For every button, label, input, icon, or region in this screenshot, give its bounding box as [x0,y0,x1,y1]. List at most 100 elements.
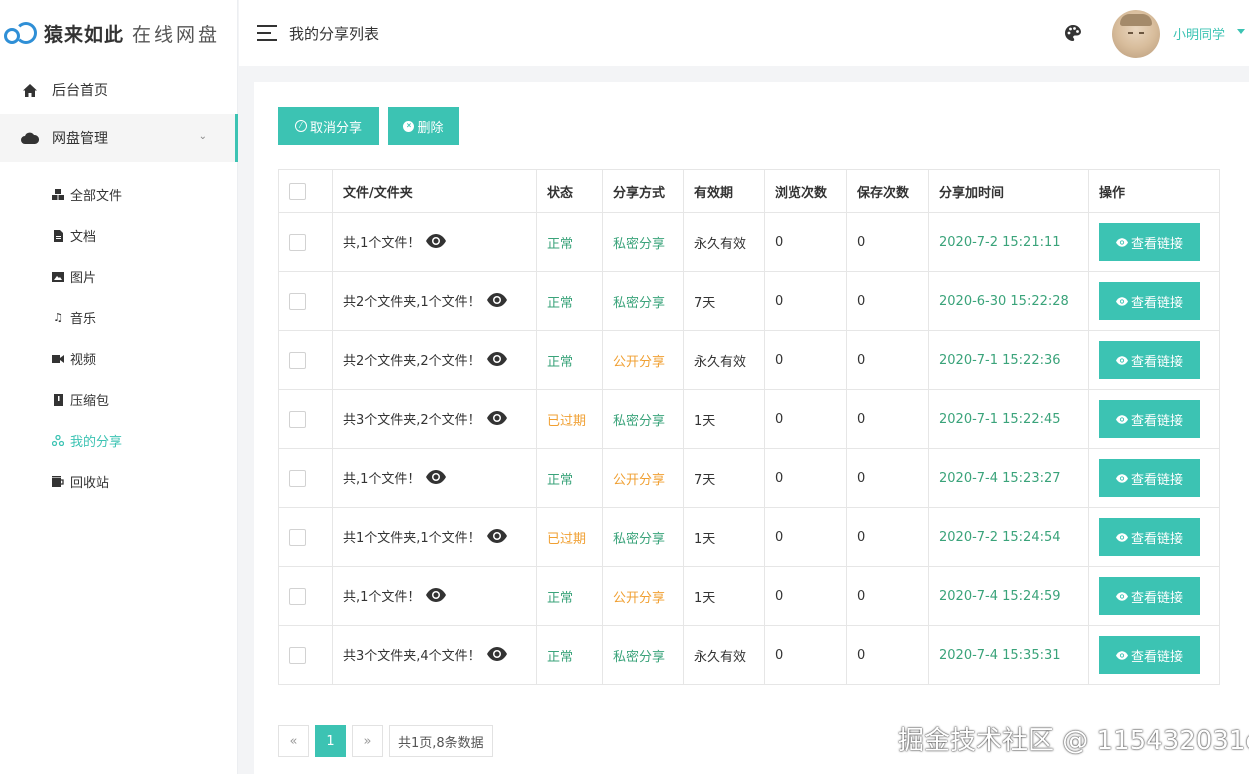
status-cell: 正常 [536,448,603,508]
view-link-button[interactable]: 查看链接 [1099,400,1200,438]
column-header: 保存次数 [846,169,929,213]
file-summary: 共1个文件夹,1个文件！ [343,530,481,546]
view-link-button[interactable]: 查看链接 [1099,341,1200,379]
share-method-cell: 私密分享 [602,271,684,331]
select-all-checkbox[interactable] [289,182,306,200]
eye-icon [1115,355,1128,365]
file-cell: 共,1个文件！ [332,566,537,626]
row-checkbox[interactable] [289,351,306,369]
table-row[interactable]: 共,1个文件！ 正常 私密分享 永久有效 0 0 2020-7-2 15:21:11 查看链接 [278,212,1220,272]
validity-cell: 1天 [683,389,765,449]
table-row[interactable]: 共,1个文件！ 正常 公开分享 1天 0 0 2020-7-4 15:24:59 查看链接 [278,566,1220,626]
home-icon [21,83,39,97]
row-select-cell [278,212,333,272]
action-cell: 查看链接 [1088,271,1220,331]
button-label: 查看链接 [1130,412,1183,428]
eye-icon[interactable] [486,529,507,547]
eye-icon [1115,591,1128,601]
palette-icon[interactable] [1065,24,1081,41]
sidebar-item-my-shares[interactable]: 我的分享 [0,420,237,461]
prev-page-button[interactable]: « [278,725,309,757]
validity-cell: 永久有效 [683,330,765,390]
sidebar-item-all-files[interactable]: 全部文件 [0,174,237,215]
cloud-icon [21,132,39,144]
status-cell: 正常 [536,212,603,272]
table-row[interactable]: 共1个文件夹,1个文件！ 已过期 私密分享 1天 0 0 2020-7-2 15:24:54… [278,507,1220,567]
button-label: 查看链接 [1130,648,1183,664]
avatar[interactable] [1112,10,1160,58]
saves-cell: 0 [846,566,929,626]
eye-icon[interactable] [426,470,447,488]
view-link-button[interactable]: 查看链接 [1099,223,1200,261]
eye-icon[interactable] [486,293,507,311]
sidebar-item-home[interactable]: 后台首页 [0,66,237,114]
menu-toggle-icon[interactable] [257,25,277,41]
row-checkbox[interactable] [289,646,306,664]
caret-down-icon[interactable] [1237,29,1245,34]
eye-icon [1115,532,1128,542]
sidebar-item-disk-manage[interactable]: 网盘管理 ⌄ [0,114,238,162]
table-row[interactable]: 共3个文件夹,2个文件！ 已过期 私密分享 1天 0 0 2020-7-1 15:22:45… [278,389,1220,449]
view-link-button[interactable]: 查看链接 [1099,577,1200,615]
file-cell: 共3个文件夹,4个文件！ [332,625,537,685]
view-link-button[interactable]: 查看链接 [1099,636,1200,674]
sidebar-item-images[interactable]: 图片 [0,256,237,297]
eye-icon[interactable] [486,352,507,370]
sidebar-item-label: 压缩包 [70,394,110,409]
eye-icon[interactable] [426,588,447,606]
page-1-button[interactable]: 1 [315,725,346,757]
table-body: 共,1个文件！ 正常 私密分享 永久有效 0 0 2020-7-2 15:21:11 查看链接… [278,212,1220,685]
file-cell: 共3个文件夹,2个文件！ [332,389,537,449]
row-checkbox[interactable] [289,528,306,546]
validity-cell: 7天 [683,448,765,508]
validity-cell: 永久有效 [683,625,765,685]
sidebar-submenu: 全部文件 文档 图片 ♫ 音乐 视频 压缩包 我的分享 回收站 [0,162,237,502]
table-header-row: 文件/文件夹 状态 分享方式 有效期 浏览次数 保存次数 分享加时间 操作 [278,169,1220,213]
view-link-button[interactable]: 查看链接 [1099,459,1200,497]
table-row[interactable]: 共2个文件夹,1个文件！ 正常 私密分享 7天 0 0 2020-6-30 15:22:28… [278,271,1220,331]
file-cell: 共,1个文件！ [332,212,537,272]
sidebar-item-archives[interactable]: 压缩包 [0,379,237,420]
sidebar-item-music[interactable]: ♫ 音乐 [0,297,237,338]
delete-button[interactable]: × 删除 [388,107,459,145]
status-cell: 已过期 [536,389,603,449]
row-select-cell [278,507,333,567]
eye-icon[interactable] [426,234,447,252]
table-row[interactable]: 共2个文件夹,2个文件！ 正常 公开分享 永久有效 0 0 2020-7-1 15:22:3… [278,330,1220,390]
share-method-cell: 公开分享 [602,566,684,626]
cancel-share-button[interactable]: ⁄ 取消分享 [278,107,379,145]
views-cell: 0 [764,389,847,449]
file-summary: 共,1个文件！ [343,235,421,251]
row-checkbox[interactable] [289,410,306,428]
trash-icon [52,476,64,487]
boxes-icon [52,189,64,200]
row-select-cell [278,625,333,685]
action-cell: 查看链接 [1088,625,1220,685]
logo[interactable]: 猿来如此 在线网盘 [0,0,237,66]
row-checkbox[interactable] [289,233,306,251]
sidebar-item-label: 文档 [70,230,97,245]
row-checkbox[interactable] [289,469,306,487]
file-summary: 共,1个文件！ [343,589,421,605]
validity-cell: 1天 [683,507,765,567]
eye-icon[interactable] [486,647,507,665]
sidebar-item-recycle-bin[interactable]: 回收站 [0,461,237,502]
table-row[interactable]: 共,1个文件！ 正常 公开分享 7天 0 0 2020-7-4 15:23:27 查看链接 [278,448,1220,508]
user-name[interactable]: 小明同学 [1173,24,1225,43]
validity-cell: 1天 [683,566,765,626]
eye-icon[interactable] [486,411,507,429]
status-cell: 正常 [536,625,603,685]
saves-cell: 0 [846,448,929,508]
sidebar-item-video[interactable]: 视频 [0,338,237,379]
row-checkbox[interactable] [289,587,306,605]
sidebar-item-documents[interactable]: 文档 [0,215,237,256]
view-link-button[interactable]: 查看链接 [1099,518,1200,556]
next-page-button[interactable]: » [352,725,383,757]
row-checkbox[interactable] [289,292,306,310]
saves-cell: 0 [846,389,929,449]
table-row[interactable]: 共3个文件夹,4个文件！ 正常 私密分享 永久有效 0 0 2020-7-4 15:35:3… [278,625,1220,685]
share-method-cell: 私密分享 [602,389,684,449]
row-select-cell [278,389,333,449]
archive-icon [52,393,64,406]
view-link-button[interactable]: 查看链接 [1099,282,1200,320]
